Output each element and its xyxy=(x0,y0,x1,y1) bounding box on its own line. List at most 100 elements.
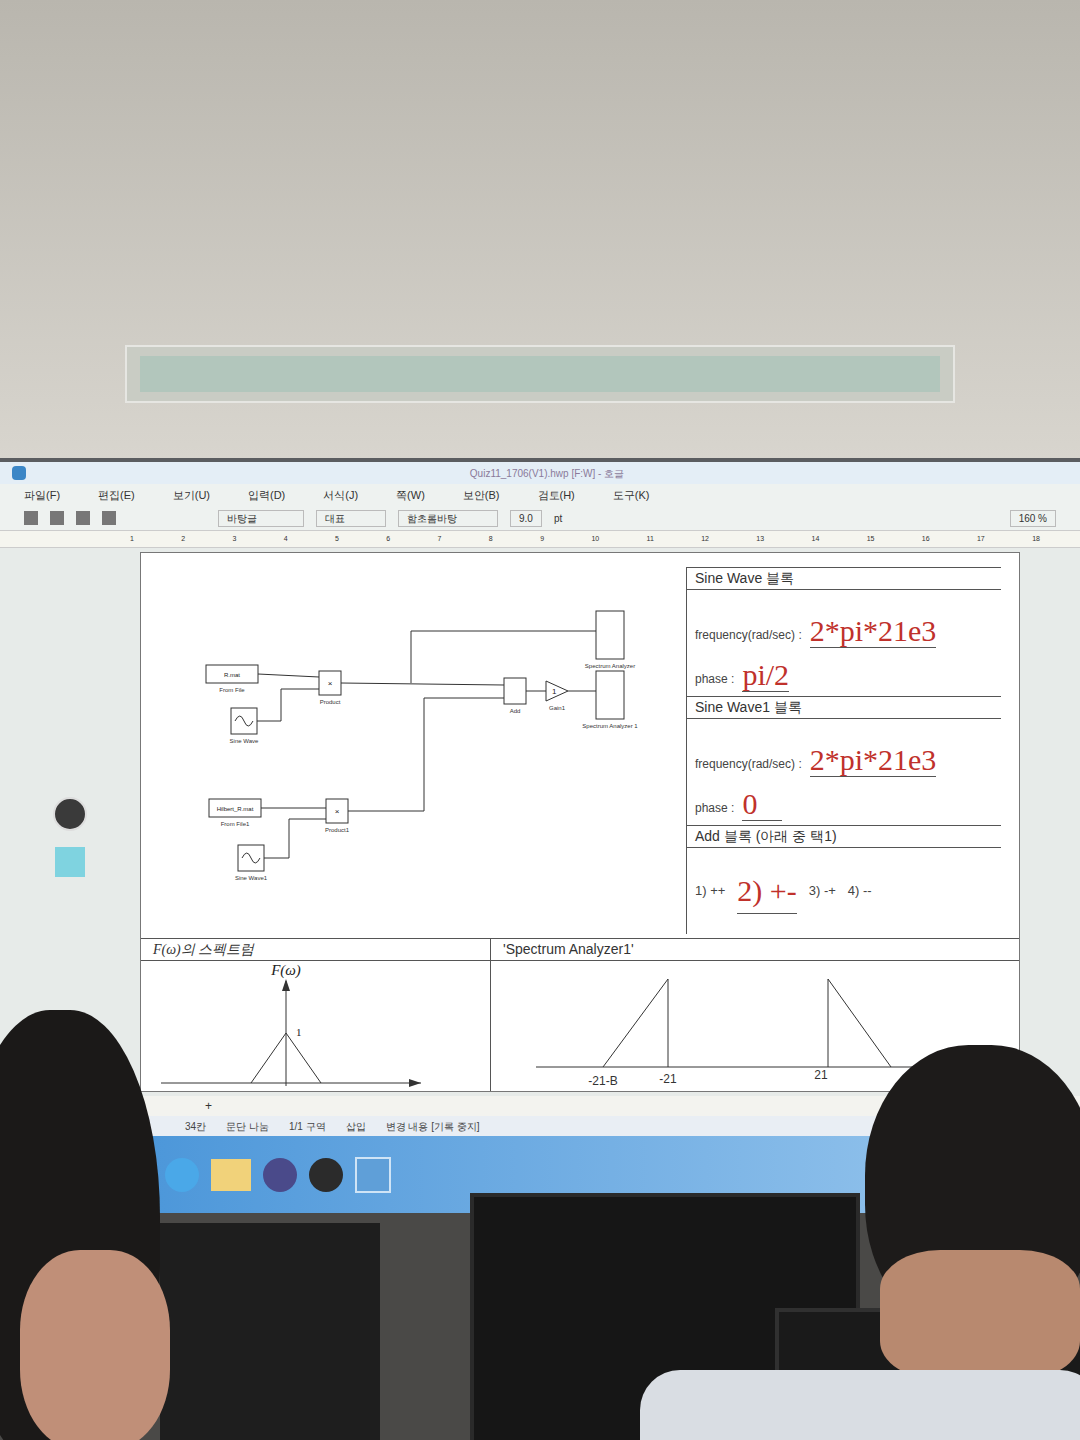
size-field[interactable]: 9.0 xyxy=(510,510,542,527)
status-item: 문단 나눔 xyxy=(226,1119,269,1134)
hwp-icon[interactable] xyxy=(355,1157,391,1193)
print-icon[interactable] xyxy=(102,511,116,525)
photo: Quiz11_1706(V1).hwp [F:W] - 호글파일(F) 편집(E)… xyxy=(0,0,1080,1440)
tool-icon[interactable] xyxy=(55,847,85,877)
toolbar: 바탕글 대표 함초롬바탕 9.0 pt 160 % xyxy=(0,506,1080,530)
ruler-mark: 13 xyxy=(756,534,764,545)
ruler-mark: 18 xyxy=(1032,534,1040,545)
param-value[interactable]: 2*pi*21e3 xyxy=(810,614,937,648)
ruler-mark: 11 xyxy=(647,534,654,545)
menu-item[interactable]: 검토(H) xyxy=(538,487,575,504)
ruler-mark: 1 xyxy=(130,534,134,545)
ruler-mark: 17 xyxy=(977,534,985,545)
menu-item[interactable]: 파일(F) xyxy=(24,487,60,504)
unit-label: pt xyxy=(554,511,562,526)
menu-item[interactable]: 보기(U) xyxy=(173,487,210,504)
svg-text:Hilbert_R.mat: Hilbert_R.mat xyxy=(217,806,254,812)
doc-tab[interactable]: + xyxy=(205,1097,212,1115)
sine-block[interactable]: Sine Wave xyxy=(230,708,259,744)
title-bar: Quiz11_1706(V1).hwp [F:W] - 호글 xyxy=(0,462,1080,484)
svg-text:From File1: From File1 xyxy=(221,821,250,827)
add-option[interactable]: 2) +- xyxy=(737,868,796,914)
scope-block[interactable]: Spectrum Analyzer 1 xyxy=(582,671,638,729)
product-block[interactable]: × Product xyxy=(319,671,341,705)
svg-text:1: 1 xyxy=(552,687,557,696)
product-block[interactable]: ×Product1 xyxy=(325,799,350,833)
status-item: 변경 내용 [기록 중지] xyxy=(386,1119,480,1134)
open-icon[interactable] xyxy=(50,511,64,525)
param-row: frequency(rad/sec) :2*pi*21e3 xyxy=(687,590,1001,652)
ruler-mark: 6 xyxy=(386,534,390,545)
ruler-mark: 5 xyxy=(335,534,339,545)
app-icon xyxy=(12,466,26,480)
section-title: Sine Wave 블록 xyxy=(687,567,1001,590)
svg-text:Product: Product xyxy=(320,699,341,705)
menu-bar: 파일(F) 편집(E) 보기(U) 입력(D) 서식(J) 쪽(W) 보안(B) 검토(H) 도… xyxy=(0,484,1080,506)
new-icon[interactable] xyxy=(24,511,38,525)
left-monitor xyxy=(160,1223,380,1440)
svg-text:-21: -21 xyxy=(659,1072,677,1086)
param-value[interactable]: 2*pi*21e3 xyxy=(810,743,937,777)
file-block[interactable]: Hilbert_R.mat From File1 xyxy=(209,799,261,827)
media-icon[interactable] xyxy=(263,1158,297,1192)
menu-item[interactable]: 쪽(W) xyxy=(396,487,425,504)
ruler-mark: 12 xyxy=(701,534,709,545)
ceiling xyxy=(0,0,1080,458)
pen-app-icon[interactable] xyxy=(309,1158,343,1192)
font-select[interactable]: 함초롬바탕 xyxy=(398,510,498,527)
param-value[interactable]: 0 xyxy=(742,787,782,821)
person-shirt-right xyxy=(640,1370,1080,1440)
scope-block[interactable]: Spectrum Analyzer xyxy=(585,611,635,669)
ruler-mark: 15 xyxy=(867,534,875,545)
ruler-mark: 10 xyxy=(591,534,599,545)
browser-icon[interactable] xyxy=(165,1158,199,1192)
zoom-field[interactable]: 160 % xyxy=(1010,510,1056,527)
add-option[interactable]: 4) -- xyxy=(848,881,872,901)
menu-item[interactable]: 입력(D) xyxy=(248,487,285,504)
add-option[interactable]: 1) ++ xyxy=(695,881,725,901)
block-section: Sine Wave1 블록frequency(rad/sec) :2*pi*21… xyxy=(687,696,1001,825)
svg-text:×: × xyxy=(328,679,333,688)
svg-text:Spectrum Analyzer: Spectrum Analyzer xyxy=(585,663,635,669)
input-spectrum-chart: F(ω) 1 xyxy=(141,961,491,1091)
section-title: Add 블록 (아래 중 택1) xyxy=(687,825,1001,848)
svg-text:1: 1 xyxy=(296,1026,302,1038)
svg-text:R.mat: R.mat xyxy=(224,672,240,678)
add-option[interactable]: 3) -+ xyxy=(809,881,836,901)
ruler-mark: 14 xyxy=(812,534,820,545)
add-block[interactable]: Add xyxy=(504,678,526,714)
param-value[interactable]: pi/2 xyxy=(742,658,789,692)
svg-text:Gain1: Gain1 xyxy=(549,705,566,711)
svg-text:F(ω): F(ω) xyxy=(270,962,301,979)
menu-item[interactable]: 편집(E) xyxy=(98,487,135,504)
status-item: 1/1 구역 xyxy=(289,1119,326,1134)
sine-block[interactable]: Sine Wave1 xyxy=(235,845,268,881)
file-block[interactable]: R.mat From File xyxy=(206,665,258,693)
document-area: R.mat From File Sine Wave × Product Hilbert_R… xyxy=(0,548,1080,1096)
diagram-canvas: R.mat From File Sine Wave × Product Hilbert_R… xyxy=(141,553,686,938)
svg-text:21: 21 xyxy=(814,1068,828,1082)
svg-text:From File: From File xyxy=(219,687,245,693)
save-icon[interactable] xyxy=(76,511,90,525)
add-options: 1) ++ 2) +- 3) -+ 4) -- xyxy=(687,848,1001,934)
folder-icon[interactable] xyxy=(211,1159,251,1191)
page: R.mat From File Sine Wave × Product Hilbert_R… xyxy=(140,552,1020,1092)
svg-text:Sine Wave: Sine Wave xyxy=(230,738,259,744)
pen-icon[interactable] xyxy=(53,797,87,831)
person-ear-left xyxy=(20,1250,170,1440)
menu-item[interactable]: 도구(K) xyxy=(613,487,650,504)
ceiling-light xyxy=(125,345,955,403)
block-section: Sine Wave 블록frequency(rad/sec) :2*pi*21e… xyxy=(687,567,1001,696)
menu-item[interactable]: 서식(J) xyxy=(323,487,358,504)
ruler-mark: 3 xyxy=(233,534,237,545)
style-select[interactable]: 바탕글 xyxy=(218,510,304,527)
input-spectrum-panel: F(ω)의 스펙트럼F(ω)1 xyxy=(141,939,491,1091)
gain-block[interactable]: 1 Gain1 xyxy=(546,681,568,711)
ruler-mark: 7 xyxy=(438,534,442,545)
sine-icon xyxy=(235,716,253,726)
lang-select[interactable]: 대표 xyxy=(316,510,386,527)
svg-text:×: × xyxy=(335,807,340,816)
menu-item[interactable]: 보안(B) xyxy=(463,487,500,504)
param-row: phase :0 xyxy=(687,781,1001,825)
status-item: 34칸 xyxy=(185,1119,206,1134)
